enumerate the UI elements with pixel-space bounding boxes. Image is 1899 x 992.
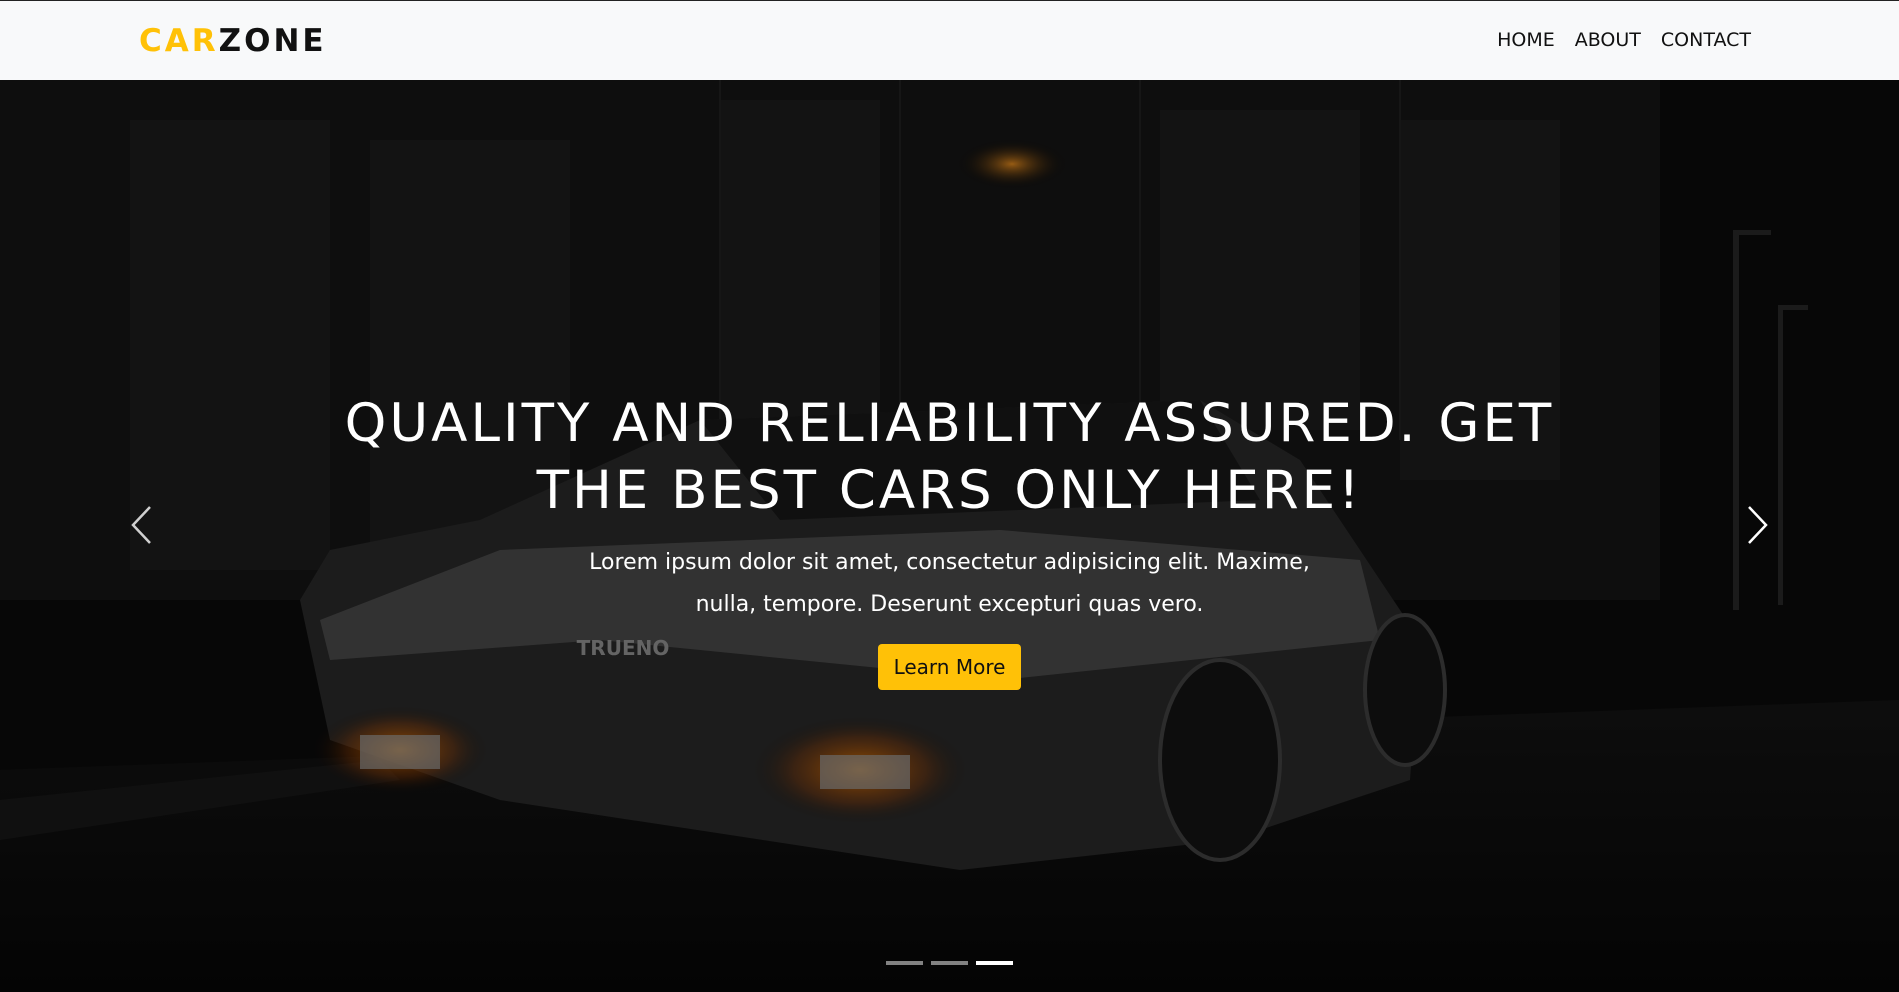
- brand-logo[interactable]: CARZONE: [139, 23, 327, 59]
- hero-caption: QUALITY AND RELIABILITY ASSURED. GET THE…: [250, 390, 1649, 690]
- chevron-right-icon: [1748, 506, 1768, 544]
- nav-contact[interactable]: CONTACT: [1661, 29, 1751, 51]
- nav-menu: HOME ABOUT CONTACT: [1497, 29, 1751, 51]
- brand-part-car: CAR: [139, 23, 219, 59]
- carousel-prev-button[interactable]: [112, 470, 172, 580]
- navbar: CARZONE HOME ABOUT CONTACT: [0, 0, 1899, 80]
- nav-home[interactable]: HOME: [1497, 29, 1555, 51]
- learn-more-button[interactable]: Learn More: [877, 644, 1022, 690]
- carousel-indicator-1[interactable]: [886, 961, 923, 965]
- nav-about[interactable]: ABOUT: [1575, 29, 1641, 51]
- brand-part-zone: ZONE: [218, 23, 327, 59]
- chevron-left-icon: [131, 506, 151, 544]
- hero-carousel: TRUENO QUALITY AND RELIABILITY ASSURED. …: [0, 80, 1899, 992]
- carousel-indicators: [0, 961, 1899, 965]
- carousel-next-button[interactable]: [1727, 470, 1787, 580]
- carousel-indicator-2[interactable]: [931, 961, 968, 965]
- hero-description: Lorem ipsum dolor sit amet, consectetur …: [589, 550, 1310, 617]
- carousel-indicator-3[interactable]: [976, 961, 1013, 965]
- hero-title: QUALITY AND RELIABILITY ASSURED. GET THE…: [344, 393, 1555, 521]
